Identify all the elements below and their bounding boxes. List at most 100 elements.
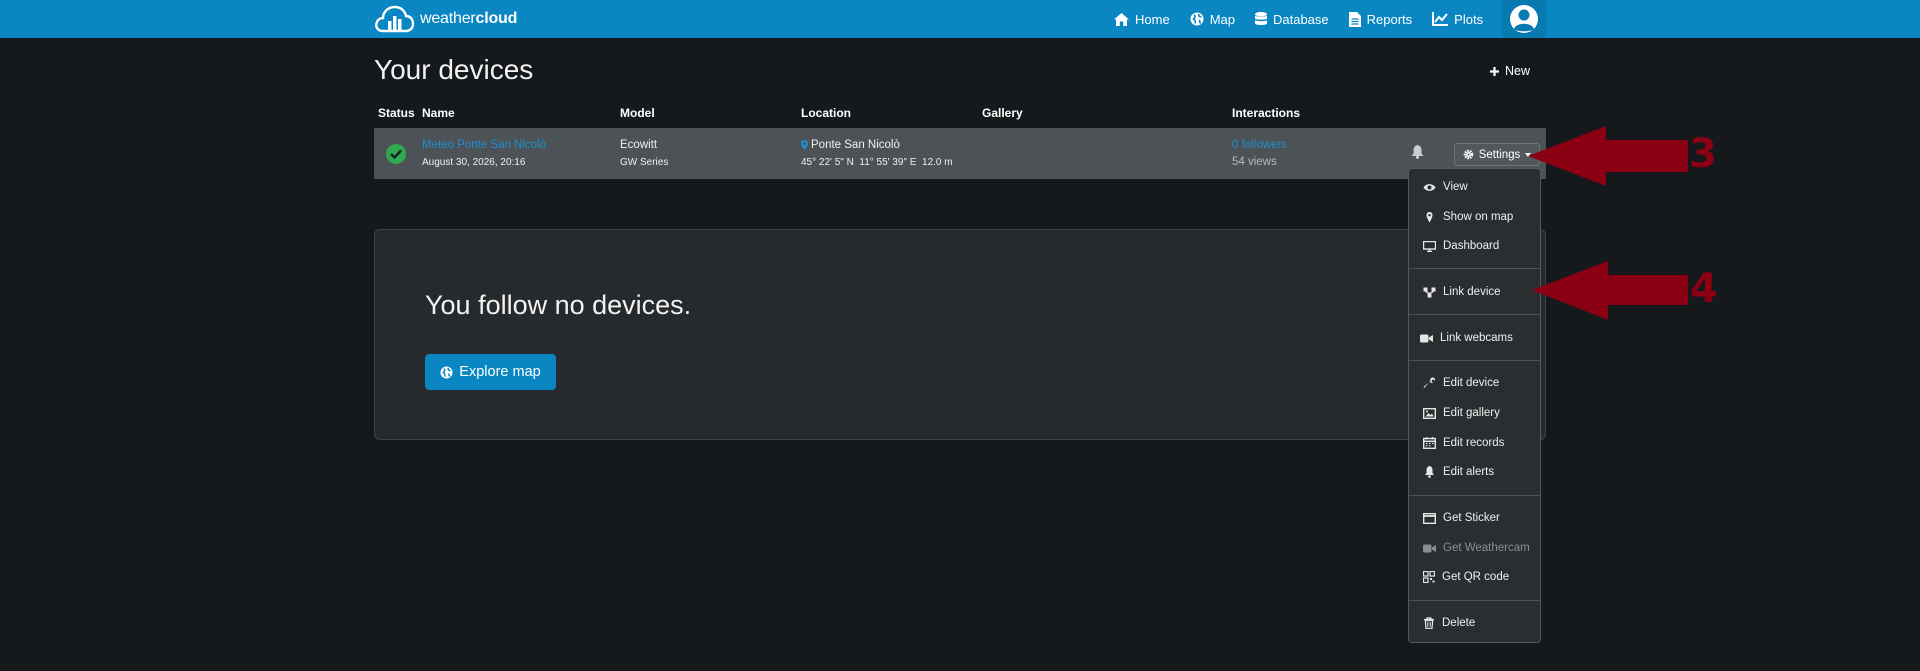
header-interactions: Interactions xyxy=(1232,106,1301,120)
explore-map-button[interactable]: Explore map xyxy=(425,354,556,390)
database-icon xyxy=(1254,12,1267,25)
eye-icon xyxy=(1423,183,1436,191)
menu-item-edit-records[interactable]: Edit records xyxy=(1409,431,1540,455)
user-avatar-icon xyxy=(1510,5,1538,33)
new-device-button[interactable]: New xyxy=(1490,64,1530,78)
user-menu[interactable] xyxy=(1502,0,1546,38)
header-location: Location xyxy=(801,106,851,120)
menu-edit-gallery-label: Edit gallery xyxy=(1443,407,1500,419)
status-ok-icon xyxy=(386,144,406,164)
menu-item-get-weathercam: Get Weathercam xyxy=(1409,536,1540,560)
settings-dropdown-menu: View Show on map Dashboard Link device L… xyxy=(1408,168,1541,643)
wrench-icon xyxy=(1423,377,1436,388)
no-followed-devices-text: You follow no devices. xyxy=(425,290,692,320)
cloud-logo-icon xyxy=(375,5,414,33)
menu-edit-records-label: Edit records xyxy=(1443,437,1505,449)
header-name: Name xyxy=(422,106,455,120)
nav-home[interactable]: Home xyxy=(1104,0,1180,38)
main-nav: Home Map Database Reports Plots xyxy=(1104,0,1493,38)
device-coordinates: 45° 22' 5" N 11° 55' 39" E 12.0 m xyxy=(801,157,953,168)
menu-item-dashboard[interactable]: Dashboard xyxy=(1409,234,1540,258)
video-camera-icon xyxy=(1420,334,1433,342)
explore-map-label: Explore map xyxy=(459,364,541,380)
menu-delete-label: Delete xyxy=(1442,617,1476,629)
device-location-label: Ponte San Nicolò xyxy=(811,139,900,151)
globe-icon xyxy=(440,365,453,379)
menu-item-edit-device[interactable]: Edit device xyxy=(1409,371,1540,395)
brand-name-bold: cloud xyxy=(475,10,518,27)
menu-item-get-qr-code[interactable]: Get QR code xyxy=(1409,565,1540,589)
menu-divider xyxy=(1409,360,1540,361)
gear-icon xyxy=(1463,149,1474,160)
menu-item-view[interactable]: View xyxy=(1409,175,1540,199)
device-name-link[interactable]: Meteo Ponte San Nicolò xyxy=(422,139,546,151)
annotation-arrow-3 xyxy=(1528,126,1688,186)
line-chart-icon xyxy=(1432,12,1449,26)
nav-home-label: Home xyxy=(1135,11,1170,27)
menu-link-device-label: Link device xyxy=(1443,286,1501,298)
nav-database-label: Database xyxy=(1272,11,1329,27)
menu-item-get-sticker[interactable]: Get Sticker xyxy=(1409,506,1540,530)
menu-item-link-device[interactable]: Link device xyxy=(1409,280,1540,304)
brand-logo[interactable]: weathercloud xyxy=(374,3,517,35)
map-marker-icon xyxy=(801,140,808,150)
followed-devices-panel: You follow no devices. Explore map xyxy=(374,229,1546,440)
menu-get-weathercam-label: Get Weathercam xyxy=(1443,542,1530,554)
menu-get-qr-code-label: Get QR code xyxy=(1442,571,1510,583)
page-title: Your devices xyxy=(374,54,534,85)
header-status: Status xyxy=(378,106,415,120)
menu-divider xyxy=(1409,268,1540,269)
map-marker-icon xyxy=(1426,211,1433,222)
video-camera-icon xyxy=(1423,544,1436,552)
nav-reports-label: Reports xyxy=(1366,11,1413,27)
link-network-icon xyxy=(1423,287,1436,297)
menu-get-sticker-label: Get Sticker xyxy=(1443,512,1500,524)
trash-icon xyxy=(1424,617,1434,629)
menu-link-webcams-label: Link webcams xyxy=(1440,332,1513,344)
calendar-icon xyxy=(1423,437,1436,449)
globe-icon xyxy=(1190,12,1204,26)
file-icon xyxy=(1348,11,1361,27)
qr-code-icon xyxy=(1423,571,1435,583)
image-icon xyxy=(1423,407,1436,419)
menu-item-link-webcams[interactable]: Link webcams xyxy=(1409,326,1540,350)
nav-map[interactable]: Map xyxy=(1180,0,1245,38)
menu-divider xyxy=(1409,495,1540,496)
menu-show-on-map-label: Show on map xyxy=(1443,211,1514,223)
menu-item-delete[interactable]: Delete xyxy=(1409,611,1540,635)
device-series: GW Series xyxy=(620,157,669,168)
menu-edit-device-label: Edit device xyxy=(1443,377,1500,389)
brand-name: weathercloud xyxy=(420,10,517,28)
nav-plots[interactable]: Plots xyxy=(1422,0,1493,38)
menu-dashboard-label: Dashboard xyxy=(1443,240,1500,252)
monitor-icon xyxy=(1423,240,1436,252)
window-icon xyxy=(1423,512,1436,524)
device-timestamp: August 30, 2026, 20:16 xyxy=(422,157,526,168)
menu-item-edit-alerts[interactable]: Edit alerts xyxy=(1409,460,1540,484)
device-row[interactable]: Meteo Ponte San Nicolò August 30, 2026, … xyxy=(374,128,1546,179)
device-location: Ponte San Nicolò xyxy=(801,139,900,151)
device-model: Ecowitt xyxy=(620,139,658,151)
nav-database[interactable]: Database xyxy=(1245,0,1339,38)
brand-name-light: weather xyxy=(420,10,476,27)
menu-divider xyxy=(1409,600,1540,601)
top-navbar: weathercloud Home Map Database Reports P… xyxy=(0,0,1920,38)
views-count: 54 views xyxy=(1232,156,1277,168)
header-gallery: Gallery xyxy=(982,106,1023,120)
settings-label: Settings xyxy=(1478,148,1521,161)
menu-item-edit-gallery[interactable]: Edit gallery xyxy=(1409,401,1540,425)
menu-divider xyxy=(1409,314,1540,315)
nav-reports[interactable]: Reports xyxy=(1339,0,1423,38)
new-device-label: New xyxy=(1505,64,1531,78)
menu-view-label: View xyxy=(1443,181,1468,193)
header-model: Model xyxy=(620,106,655,120)
bell-icon xyxy=(1425,466,1434,478)
followers-link[interactable]: 0 followers xyxy=(1232,139,1287,151)
nav-map-label: Map xyxy=(1209,11,1235,27)
bell-icon[interactable] xyxy=(1411,145,1424,164)
menu-edit-alerts-label: Edit alerts xyxy=(1443,466,1495,478)
menu-item-show-on-map[interactable]: Show on map xyxy=(1409,205,1540,229)
annotation-arrow-4 xyxy=(1532,261,1688,320)
nav-plots-label: Plots xyxy=(1454,11,1484,27)
annotation-label-4: 4 xyxy=(1690,266,1718,312)
